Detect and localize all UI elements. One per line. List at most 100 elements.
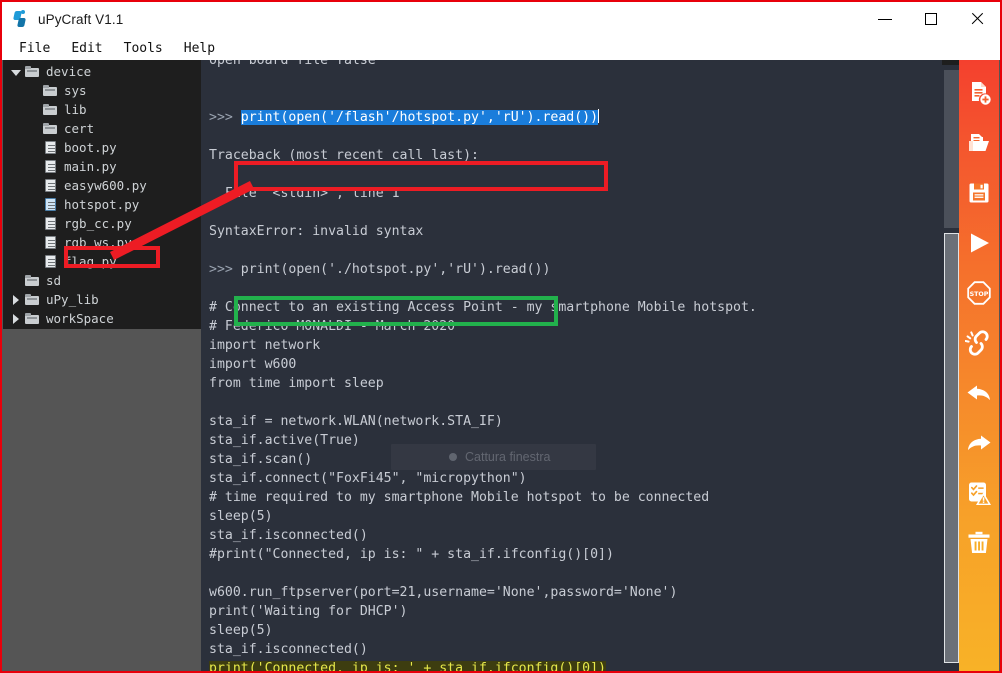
close-button[interactable] [954, 2, 1000, 36]
terminal-line-text: sta_if.isconnected() [209, 528, 368, 543]
terminal-line: sta_if.isconnected() [201, 526, 942, 545]
tree-item-rgb-ws-py[interactable]: rgb_ws.py [3, 233, 201, 252]
terminal-line-text: # Connect to an existing Access Point - … [209, 300, 757, 315]
terminal-line: #print("Connected, ip is: " + sta_if.ifc… [201, 545, 942, 564]
menu-item-help[interactable]: Help [175, 39, 224, 58]
terminal-line: # Federico MONALDI - March 2020 [201, 317, 942, 336]
tree-item-hotspot-py[interactable]: hotspot.py [3, 195, 201, 214]
open-file-button[interactable] [959, 118, 999, 168]
trash-can-icon [968, 531, 990, 553]
menu-item-edit[interactable]: Edit [62, 39, 111, 58]
terminal-line-text: print('Connected, ip is: ' + sta_if.ifco… [209, 661, 606, 671]
undo-button[interactable] [959, 368, 999, 418]
minimize-icon [878, 18, 892, 20]
disconnect-button[interactable] [959, 318, 999, 368]
tree-item-lib[interactable]: lib [3, 100, 201, 119]
scroll-thumb-upper[interactable] [944, 70, 959, 228]
terminal-line: Traceback (most recent call last): [201, 146, 942, 165]
file-icon [41, 217, 59, 230]
save-file-button[interactable] [959, 168, 999, 218]
terminal-line-text: from time import sleep [209, 376, 384, 391]
terminal-line: sta_if.active(True) [201, 431, 942, 450]
syntax-check-button[interactable] [959, 468, 999, 518]
terminal-line: print('Connected, ip is: ' + sta_if.ifco… [201, 659, 942, 671]
tree-item-label: main.py [64, 159, 117, 174]
play-triangle-icon [971, 233, 989, 253]
terminal-line-text: sleep(5) [209, 623, 273, 638]
terminal-line: >>> print(open('./hotspot.py','rU').read… [201, 260, 942, 279]
window-title: uPyCraft V1.1 [38, 11, 124, 27]
terminal-line-text: sta_if.active(True) [209, 433, 360, 448]
terminal-line-text: #print("Connected, ip is: " + sta_if.ifc… [209, 547, 614, 562]
tree-item-upy-lib[interactable]: uPy_lib [3, 290, 201, 309]
new-file-button[interactable] [959, 68, 999, 118]
folder-icon [41, 123, 59, 134]
tree-item-boot-py[interactable]: boot.py [3, 138, 201, 157]
upycraft-logo-icon [11, 10, 29, 28]
menu-item-file[interactable]: File [10, 39, 59, 58]
close-icon [970, 12, 984, 26]
terminal-line-text: print(open('./hotspot.py','rU').read()) [240, 262, 551, 277]
terminal-line: sta_if = network.WLAN(network.STA_IF) [201, 412, 942, 431]
terminal-output[interactable]: open board file false >>> print(open('/f… [201, 60, 942, 671]
terminal-line-text: w600.run_ftpserver(port=21,username='Non… [209, 585, 678, 600]
tree-item-main-py[interactable]: main.py [3, 157, 201, 176]
tree-item-sys[interactable]: sys [3, 81, 201, 100]
folder-icon [23, 275, 41, 286]
terminal-line-text: # Federico MONALDI - March 2020 [209, 319, 456, 334]
redo-arrow-icon [968, 435, 991, 451]
terminal-prompt: >>> [209, 110, 241, 125]
file-icon [41, 141, 59, 154]
tree-item-workspace[interactable]: workSpace [3, 309, 201, 328]
tree-item-label: lib [64, 102, 87, 117]
delete-button[interactable] [959, 518, 999, 568]
folder-icon [23, 294, 41, 305]
chevron-down-icon[interactable] [9, 69, 23, 76]
tree-item-cert[interactable]: cert [3, 119, 201, 138]
terminal-line: File "<stdin>", line 1 [201, 184, 942, 203]
file-explorer-panel: device sys lib cert boot.py main.py easyw600.p… [3, 60, 201, 671]
open-folder-icon [969, 134, 989, 151]
tree-item-sd[interactable]: sd [3, 271, 201, 290]
tree-item-label: sd [46, 273, 62, 288]
tree-item-rgb-cc-py[interactable]: rgb_cc.py [3, 214, 201, 233]
run-button[interactable] [959, 218, 999, 268]
folder-icon [41, 104, 59, 115]
terminal-line-text: import w600 [209, 357, 297, 372]
tree-item-label: rgb_ws.py [64, 235, 132, 250]
file-icon [41, 179, 59, 192]
file-icon [41, 255, 59, 268]
chevron-right-icon[interactable] [9, 294, 23, 305]
undo-arrow-icon [967, 385, 990, 401]
terminal-prompt: >>> [209, 262, 241, 277]
terminal-line-text: File "<stdin>", line 1 [209, 186, 400, 201]
tree-item-label: boot.py [64, 140, 117, 155]
terminal-line: >>> print(open('/flash'/hotspot.py','rU'… [201, 108, 942, 127]
folder-icon [23, 313, 41, 324]
tree-item-device[interactable]: device [3, 62, 201, 81]
file-icon [41, 198, 59, 211]
tree-item-flag-py[interactable]: flag.py [3, 252, 201, 271]
terminal-line: import network [201, 336, 942, 355]
maximize-button[interactable] [908, 2, 954, 36]
terminal-line-text: # time required to my smartphone Mobile … [209, 490, 710, 505]
chevron-right-icon[interactable] [9, 313, 23, 324]
file-tree[interactable]: device sys lib cert boot.py main.py easyw600.p… [3, 60, 201, 329]
right-toolbar: STOP [959, 60, 999, 671]
scroll-thumb[interactable] [944, 233, 959, 663]
stop-button[interactable]: STOP [959, 268, 999, 318]
tree-item-easyw600-py[interactable]: easyw600.py [3, 176, 201, 195]
terminal-line: SyntaxError: invalid syntax [201, 222, 942, 241]
terminal-line-text: sleep(5) [209, 509, 273, 524]
redo-button[interactable] [959, 418, 999, 468]
menu-item-tools[interactable]: Tools [115, 39, 172, 58]
minimize-button[interactable] [862, 2, 908, 36]
terminal-line-text: print(open('/flash'/hotspot.py','rU').re… [240, 110, 599, 125]
file-icon [41, 160, 59, 173]
window-controls [862, 2, 1000, 36]
